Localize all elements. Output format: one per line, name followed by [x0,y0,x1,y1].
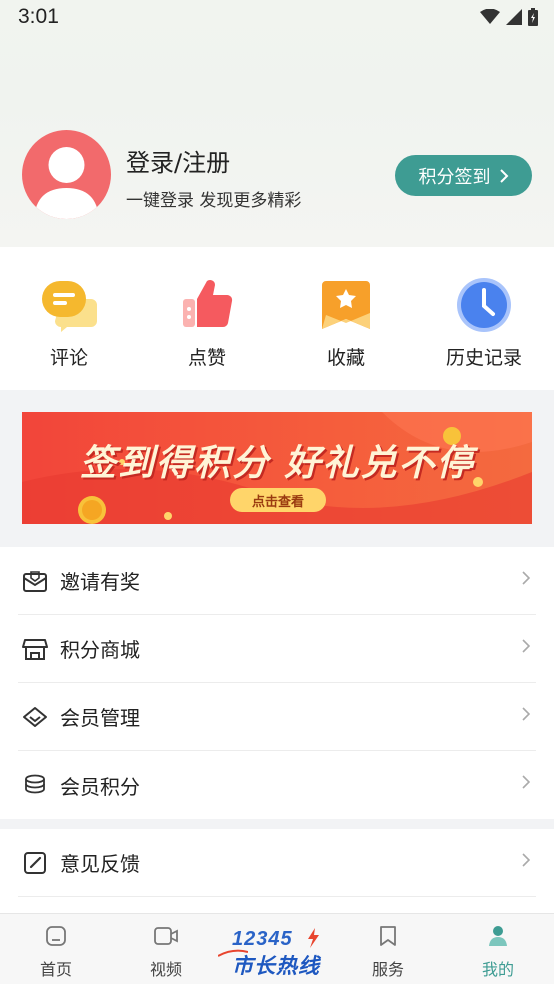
user-icon [489,926,507,946]
quick-item-label: 历史记录 [445,347,522,369]
bookmark-icon [380,926,396,946]
tab-label: 首页 [39,960,72,979]
tab-services[interactable]: 服务 [348,924,428,980]
quick-item-history[interactable]: 历史记录 [424,275,544,370]
status-icons [480,8,538,26]
default-user-icon [34,147,99,219]
chevron-right-icon [522,775,530,789]
quick-item-favorite[interactable]: 收藏 [286,275,406,370]
chevron-right-icon [522,639,530,653]
quick-item-label: 点赞 [187,347,226,369]
mayor-hotline-logo[interactable]: 12345 市长热线 [218,928,338,980]
chevron-right-icon [522,571,530,585]
tab-label: 服务 [371,960,404,979]
tab-mine[interactable]: 我的 [458,924,538,980]
menu-item-points-mall[interactable]: 积分商城 [18,615,536,683]
store-icon [22,638,48,660]
status-time: 3:01 [18,5,59,28]
menu-item-member-management[interactable]: 会员管理 [18,683,536,751]
lightning-icon [308,928,319,948]
coins-stack-icon [25,774,45,794]
status-bar: 3:01 [0,0,554,34]
clock-icon [457,278,511,332]
menu-item-feedback[interactable]: 意见反馈 [18,829,536,897]
profile-header: 3:01 登录/注册 一键登录 发现更多精彩 积分签到 [0,0,554,247]
chevron-right-icon [522,707,530,721]
bookmark-star-icon [322,281,370,329]
chevron-right-icon [499,168,508,183]
login-title[interactable]: 登录/注册 [126,143,230,178]
banner-view-button[interactable]: 点击查看 [230,488,326,512]
quick-item-label: 收藏 [326,347,365,369]
tab-label: 视频 [149,960,182,979]
avatar[interactable] [22,130,111,219]
tab-home[interactable]: 首页 [16,924,96,980]
signin-button-label: 积分签到 [418,166,491,188]
video-icon [154,927,178,945]
edit-feedback-icon [24,851,46,874]
chevron-right-icon [522,853,530,867]
quick-item-label: 评论 [49,347,88,369]
bottom-tab-bar: 首页 视频 12345 市长热线 服务 我的 [0,913,554,984]
quick-item-like[interactable]: 点赞 [147,275,267,370]
login-subtitle: 一键登录 发现更多精彩 [126,191,302,211]
swoosh-decoration [218,949,248,957]
signin-promo-banner[interactable]: 签到得积分 好礼兑不停 点击查看 [22,412,532,524]
menu-item-label: 意见反馈 [60,852,140,876]
menu-item-label: 会员管理 [60,706,140,730]
invite-envelope-icon [23,570,47,592]
quick-actions: 评论 点赞 收藏 历史记录 [0,247,554,390]
signal-icon [506,9,522,25]
battery-icon [528,8,538,26]
menu-item-label: 会员积分 [60,774,140,799]
wifi-icon [480,9,500,24]
tab-label: 我的 [481,960,514,979]
menu-group-1: 邀请有奖 积分商城 会员管理 会员积分 [0,547,554,819]
banner-title: 签到得积分 好礼兑不停 [80,443,475,484]
comment-icon [42,281,97,332]
tab-video[interactable]: 视频 [126,924,206,980]
menu-item-invite[interactable]: 邀请有奖 [18,547,536,615]
home-icon [46,926,66,946]
menu-item-label: 积分商城 [60,638,140,662]
thumbs-up-icon [183,280,233,328]
menu-item-label: 邀请有奖 [60,570,140,594]
diamond-icon [23,706,47,727]
menu-item-member-points[interactable]: 会员积分 [18,751,536,819]
quick-item-comment[interactable]: 评论 [9,275,129,370]
signin-button[interactable]: 积分签到 [395,155,532,196]
menu-group-2: 意见反馈 [0,829,554,913]
